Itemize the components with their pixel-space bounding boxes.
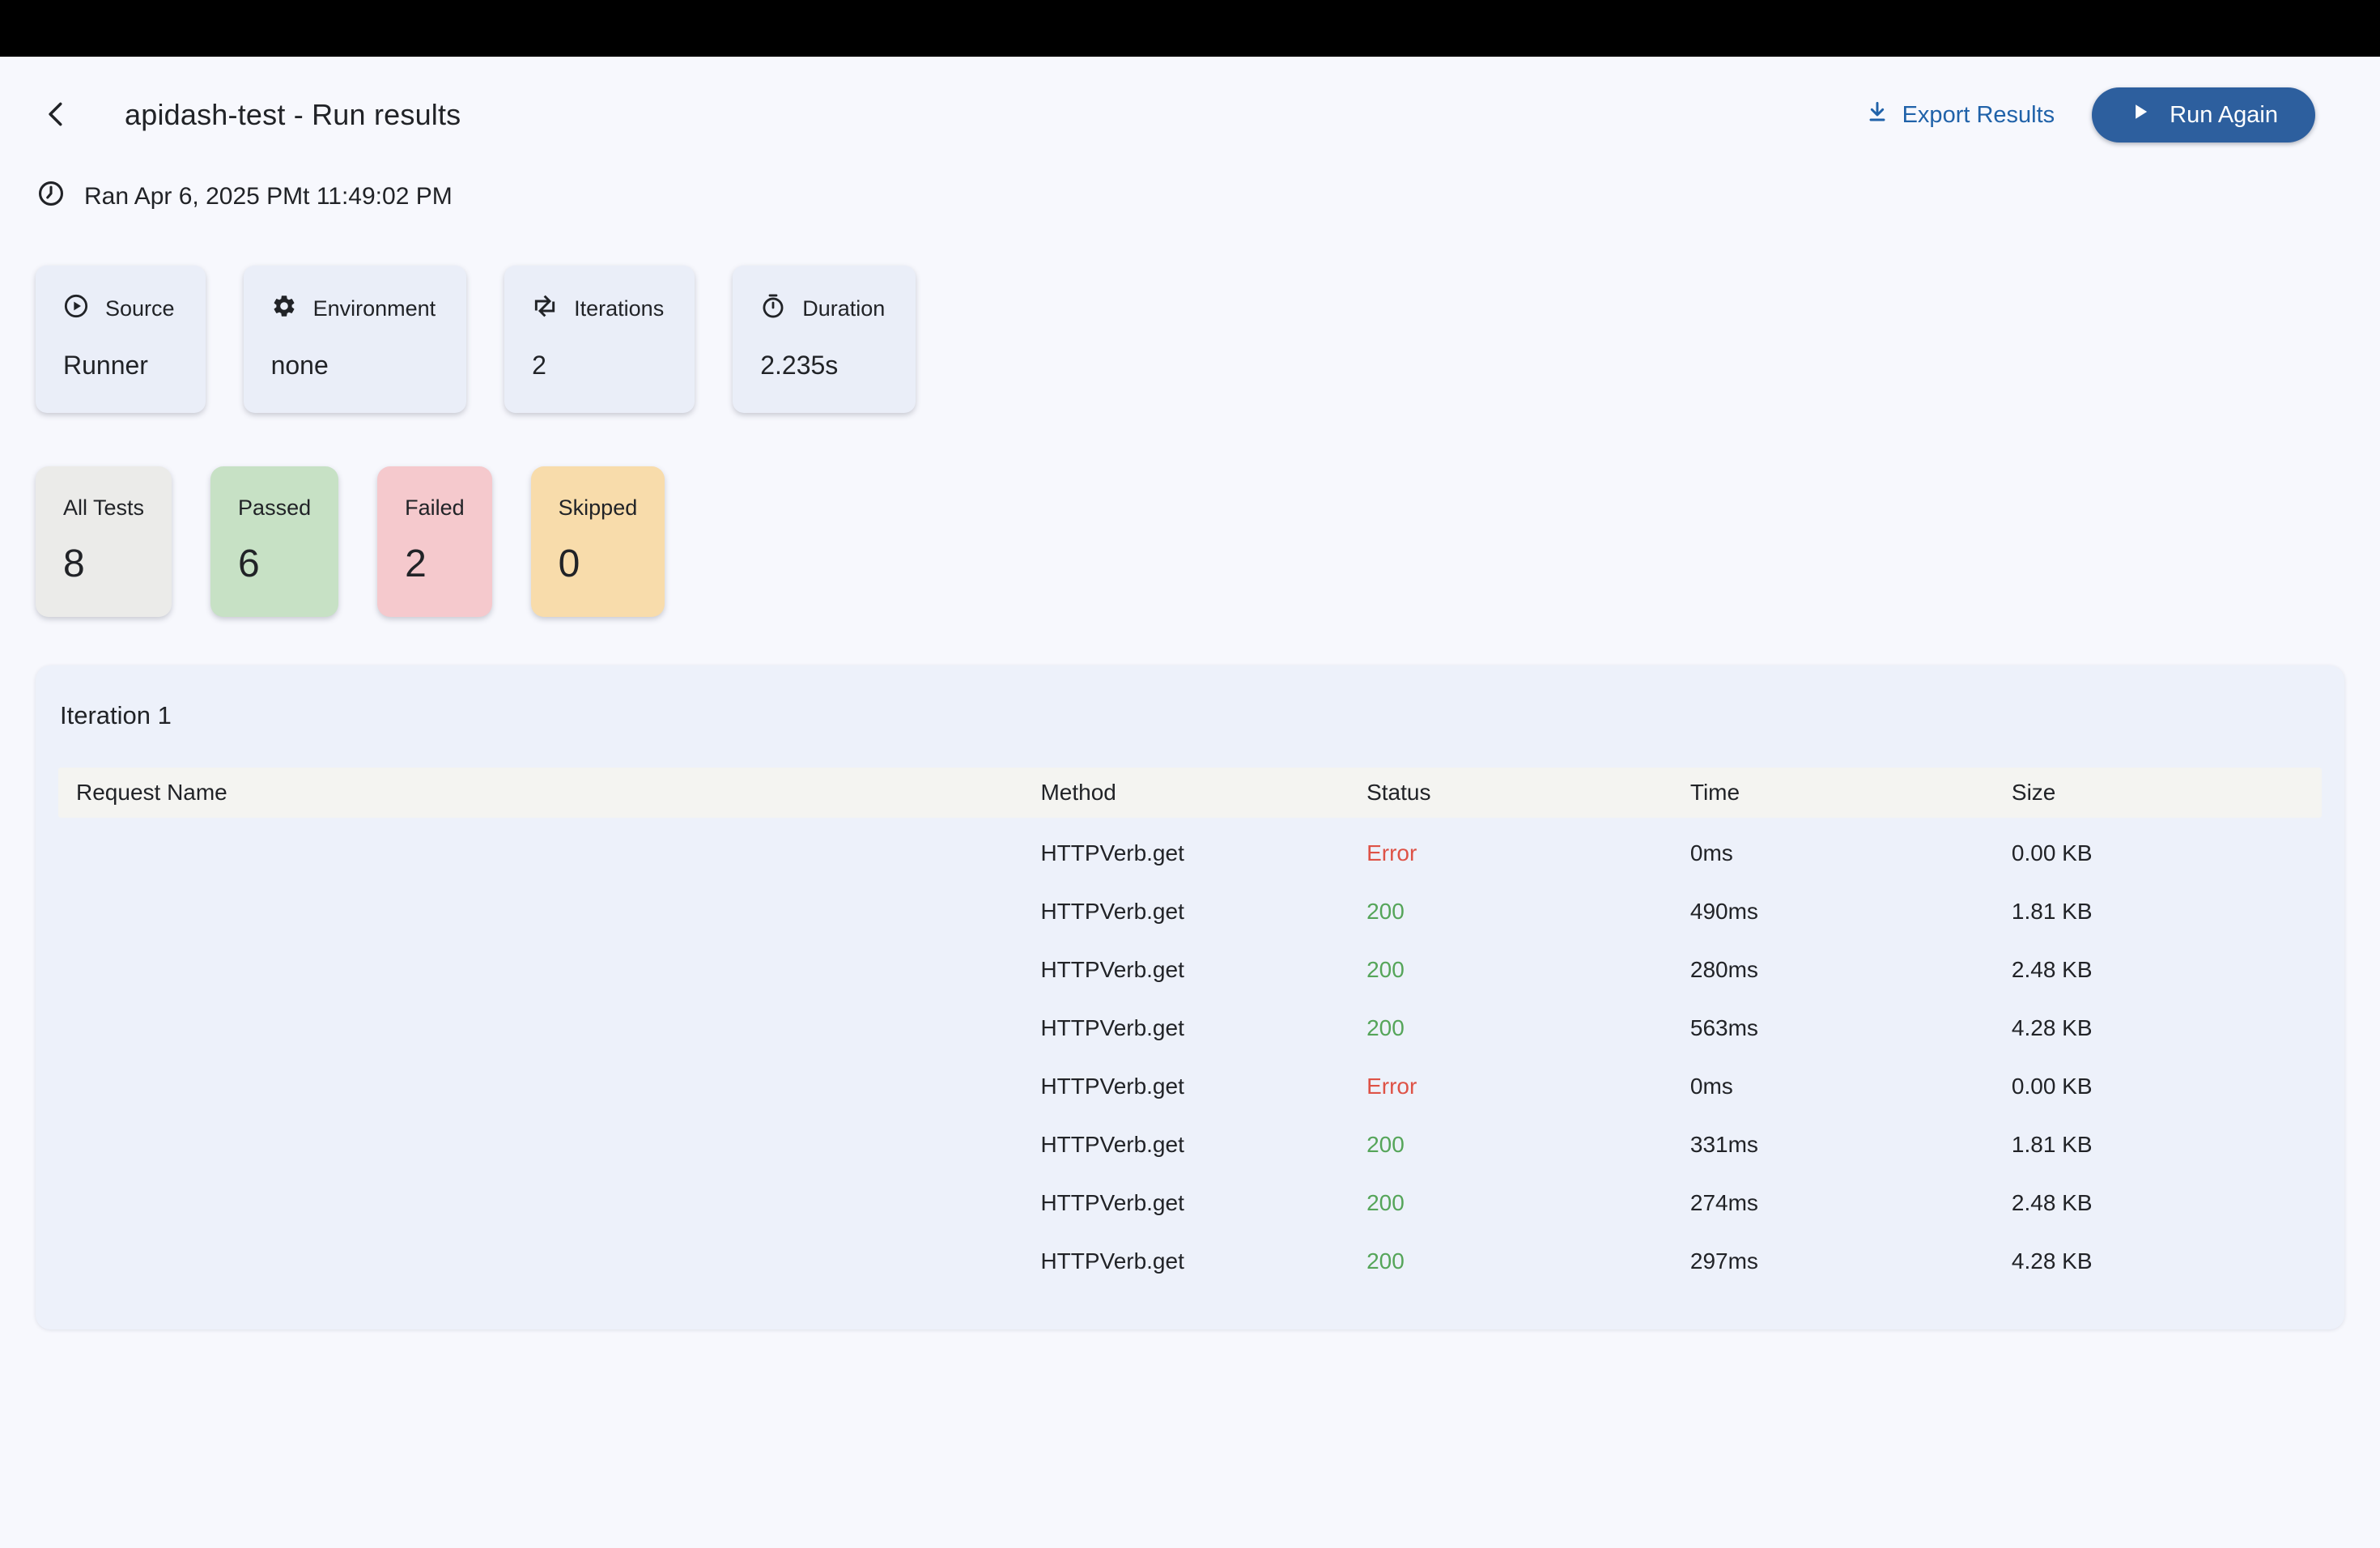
stat-card-value: 6 bbox=[238, 542, 311, 586]
stat-card-label: Skipped bbox=[559, 495, 638, 521]
run-again-button[interactable]: Run Again bbox=[2092, 87, 2315, 142]
run-results-page: apidash-test - Run results Export Result… bbox=[0, 86, 2380, 1329]
cell-status: 200 bbox=[1366, 899, 1690, 925]
cell-method: HTTPVerb.get bbox=[1040, 957, 1366, 983]
info-card-label: Iterations bbox=[574, 296, 664, 321]
window-titlebar bbox=[0, 0, 2380, 57]
cell-size: 2.48 KB bbox=[2012, 1190, 2322, 1216]
stat-card-label: Failed bbox=[405, 495, 465, 521]
cell-size: 4.28 KB bbox=[2012, 1015, 2322, 1041]
cell-method: HTTPVerb.get bbox=[1040, 1074, 1366, 1099]
chevron-left-icon bbox=[41, 99, 72, 132]
cell-size: 1.81 KB bbox=[2012, 899, 2322, 925]
cell-status: 200 bbox=[1366, 1015, 1690, 1041]
info-card: Environment none bbox=[244, 266, 467, 413]
table-row: HTTPVerb.get Error 0ms 0.00 KB bbox=[58, 824, 2322, 882]
run-timestamp: Ran Apr 6, 2025 PMt 11:49:02 PM bbox=[36, 180, 2344, 214]
table-header: Request Name Method Status Time Size bbox=[58, 768, 2322, 818]
column-header-method: Method bbox=[1040, 780, 1366, 806]
cell-method: HTTPVerb.get bbox=[1040, 840, 1366, 866]
cell-status: 200 bbox=[1366, 957, 1690, 983]
info-card: Duration 2.235s bbox=[733, 266, 916, 413]
play-circle-icon bbox=[63, 293, 89, 325]
cell-time: 563ms bbox=[1690, 1015, 2012, 1041]
cell-size: 2.48 KB bbox=[2012, 957, 2322, 983]
info-card-value: Runner bbox=[63, 351, 175, 381]
cell-method: HTTPVerb.get bbox=[1040, 1190, 1366, 1216]
run-again-label: Run Again bbox=[2170, 102, 2278, 129]
stat-card-value: 2 bbox=[405, 542, 465, 586]
repeat-icon bbox=[532, 293, 558, 325]
header-actions: Export Results Run Again bbox=[1864, 87, 2315, 142]
info-card-label: Source bbox=[105, 296, 175, 321]
export-results-label: Export Results bbox=[1902, 102, 2055, 129]
info-card: Iterations 2 bbox=[504, 266, 695, 413]
column-header-time: Time bbox=[1690, 780, 2012, 806]
app-window: apidash-test - Run results Export Result… bbox=[0, 0, 2380, 1548]
stat-card[interactable]: Passed 6 bbox=[210, 466, 338, 617]
column-header-status: Status bbox=[1366, 780, 1690, 806]
column-header-size: Size bbox=[2012, 780, 2322, 806]
play-icon bbox=[2129, 100, 2152, 130]
page-title: apidash-test - Run results bbox=[125, 98, 461, 132]
column-header-request-name: Request Name bbox=[58, 780, 1040, 806]
export-results-button[interactable]: Export Results bbox=[1864, 99, 2055, 131]
table-row: HTTPVerb.get 200 331ms 1.81 KB bbox=[58, 1116, 2322, 1174]
cell-time: 490ms bbox=[1690, 899, 2012, 925]
cell-time: 0ms bbox=[1690, 1074, 2012, 1099]
info-card: Source Runner bbox=[36, 266, 206, 413]
stat-card[interactable]: Failed 2 bbox=[377, 466, 492, 617]
info-card-label: Environment bbox=[313, 296, 436, 321]
info-card-value: 2.235s bbox=[760, 351, 885, 381]
table-row: HTTPVerb.get 200 563ms 4.28 KB bbox=[58, 999, 2322, 1057]
cell-time: 0ms bbox=[1690, 840, 2012, 866]
info-card-value: none bbox=[271, 351, 436, 381]
cell-status: Error bbox=[1366, 840, 1690, 866]
run-info-cards: Source Runner Environment none Iteration… bbox=[36, 266, 2344, 413]
cell-size: 0.00 KB bbox=[2012, 840, 2322, 866]
page-header: apidash-test - Run results Export Result… bbox=[36, 86, 2344, 144]
iteration-section: Iteration 1 Request Name Method Status T… bbox=[36, 666, 2344, 1329]
stat-card-label: Passed bbox=[238, 495, 311, 521]
stat-card[interactable]: Skipped 0 bbox=[531, 466, 665, 617]
cell-status: Error bbox=[1366, 1074, 1690, 1099]
table-row: HTTPVerb.get 200 274ms 2.48 KB bbox=[58, 1174, 2322, 1232]
clock-icon bbox=[37, 180, 65, 214]
gear-icon bbox=[271, 293, 297, 325]
cell-method: HTTPVerb.get bbox=[1040, 1248, 1366, 1274]
cell-size: 4.28 KB bbox=[2012, 1248, 2322, 1274]
stat-card-label: All Tests bbox=[63, 495, 144, 521]
cell-method: HTTPVerb.get bbox=[1040, 1015, 1366, 1041]
cell-method: HTTPVerb.get bbox=[1040, 1132, 1366, 1158]
cell-size: 0.00 KB bbox=[2012, 1074, 2322, 1099]
stopwatch-icon bbox=[760, 293, 786, 325]
info-card-label: Duration bbox=[802, 296, 885, 321]
stat-card-value: 8 bbox=[63, 542, 144, 586]
cell-status: 200 bbox=[1366, 1132, 1690, 1158]
back-button[interactable] bbox=[39, 97, 74, 133]
download-icon bbox=[1864, 99, 1890, 131]
table-row: HTTPVerb.get 200 280ms 2.48 KB bbox=[58, 941, 2322, 999]
cell-time: 331ms bbox=[1690, 1132, 2012, 1158]
stat-card-value: 0 bbox=[559, 542, 638, 586]
table-row: HTTPVerb.get 200 490ms 1.81 KB bbox=[58, 882, 2322, 941]
stat-card[interactable]: All Tests 8 bbox=[36, 466, 172, 617]
cell-time: 274ms bbox=[1690, 1190, 2012, 1216]
cell-method: HTTPVerb.get bbox=[1040, 899, 1366, 925]
info-card-value: 2 bbox=[532, 351, 664, 381]
cell-size: 1.81 KB bbox=[2012, 1132, 2322, 1158]
table-row: HTTPVerb.get 200 297ms 4.28 KB bbox=[58, 1232, 2322, 1291]
iteration-title: Iteration 1 bbox=[60, 701, 2322, 730]
cell-status: 200 bbox=[1366, 1248, 1690, 1274]
cell-time: 297ms bbox=[1690, 1248, 2012, 1274]
cell-status: 200 bbox=[1366, 1190, 1690, 1216]
cell-time: 280ms bbox=[1690, 957, 2012, 983]
run-timestamp-text: Ran Apr 6, 2025 PMt 11:49:02 PM bbox=[84, 183, 453, 211]
test-stat-cards: All Tests 8 Passed 6 Failed 2 Skipped 0 bbox=[36, 466, 2344, 617]
table-row: HTTPVerb.get Error 0ms 0.00 KB bbox=[58, 1057, 2322, 1116]
table-body: HTTPVerb.get Error 0ms 0.00 KB HTTPVerb.… bbox=[58, 824, 2322, 1291]
